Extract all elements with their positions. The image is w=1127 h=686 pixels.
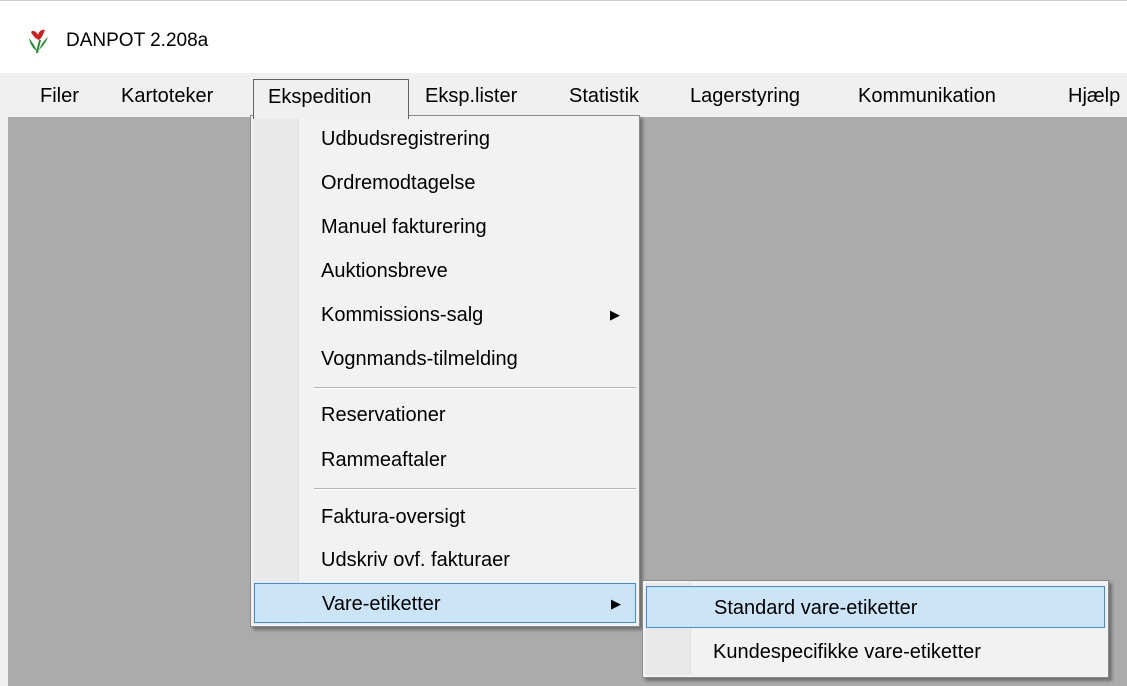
menu-separator <box>314 488 636 490</box>
tulip-icon <box>29 29 48 53</box>
menu-eksp-lister[interactable]: Eksp.lister <box>425 79 517 113</box>
title-bar: DANPOT 2.208a <box>0 0 1127 73</box>
menu-filer[interactable]: Filer <box>40 79 79 113</box>
menu-item-udbudsregistrering[interactable]: Udbudsregistrering <box>254 119 636 159</box>
window-frame-left <box>0 117 8 686</box>
menu-item-reservationer[interactable]: Reservationer <box>254 395 636 435</box>
menu-item-kundespecifikke-vare-etiketter[interactable]: Kundespecifikke vare-etiketter <box>646 631 1105 673</box>
menu-item-label: Reservationer <box>321 404 446 426</box>
menu-item-label: Udskriv ovf. fakturaer <box>321 549 510 571</box>
ekspedition-dropdown: Udbudsregistrering Ordremodtagelse Manue… <box>250 115 640 627</box>
menu-item-rammeaftaler[interactable]: Rammeaftaler <box>254 440 636 480</box>
menu-item-udskriv-ovf-fakturaer[interactable]: Udskriv ovf. fakturaer <box>254 540 636 580</box>
vare-etiketter-submenu: Standard vare-etiketter Kundespecifikke … <box>642 580 1109 678</box>
menu-item-label: Faktura-oversigt <box>321 506 466 528</box>
menu-item-label: Ordremodtagelse <box>321 172 476 194</box>
menu-statistik[interactable]: Statistik <box>569 79 639 113</box>
menu-item-label: Udbudsregistrering <box>321 128 490 150</box>
menu-item-auktionsbreve[interactable]: Auktionsbreve <box>254 251 636 291</box>
menu-item-manuel-fakturering[interactable]: Manuel fakturering <box>254 207 636 247</box>
menu-kommunikation[interactable]: Kommunikation <box>858 79 996 113</box>
menu-item-label: Rammeaftaler <box>321 449 447 471</box>
app-window: DANPOT 2.208a Filer Kartoteker Ekspediti… <box>0 0 1127 686</box>
menu-item-label: Manuel fakturering <box>321 216 487 238</box>
menu-separator <box>314 387 636 389</box>
menu-item-vognmands-tilmelding[interactable]: Vognmands-tilmelding <box>254 339 636 379</box>
menu-item-label: Kommissions-salg <box>321 304 484 326</box>
menu-item-ordremodtagelse[interactable]: Ordremodtagelse <box>254 163 636 203</box>
submenu-arrow-icon: ▶ <box>610 307 620 322</box>
window-title: DANPOT 2.208a <box>66 30 209 51</box>
menu-item-label: Auktionsbreve <box>321 260 448 282</box>
menu-item-label: Standard vare-etiketter <box>714 597 918 619</box>
menu-ekspedition[interactable]: Ekspedition <box>253 79 409 119</box>
submenu-arrow-icon: ▶ <box>611 596 621 611</box>
menu-item-standard-vare-etiketter[interactable]: Standard vare-etiketter <box>646 586 1105 628</box>
menu-item-vare-etiketter[interactable]: Vare-etiketter ▶ <box>254 583 636 623</box>
menu-hjaelp[interactable]: Hjælp <box>1068 79 1120 113</box>
menu-item-label: Vognmands-tilmelding <box>321 348 518 370</box>
menu-lagerstyring[interactable]: Lagerstyring <box>690 79 800 113</box>
menu-item-label: Vare-etiketter <box>322 593 441 615</box>
menu-kartoteker[interactable]: Kartoteker <box>121 79 213 113</box>
menu-item-kommissions-salg[interactable]: Kommissions-salg ▶ <box>254 295 636 335</box>
menu-item-faktura-oversigt[interactable]: Faktura-oversigt <box>254 497 636 537</box>
menu-bar: Filer Kartoteker Ekspedition Eksp.lister… <box>0 73 1127 119</box>
menu-item-label: Kundespecifikke vare-etiketter <box>713 641 981 663</box>
